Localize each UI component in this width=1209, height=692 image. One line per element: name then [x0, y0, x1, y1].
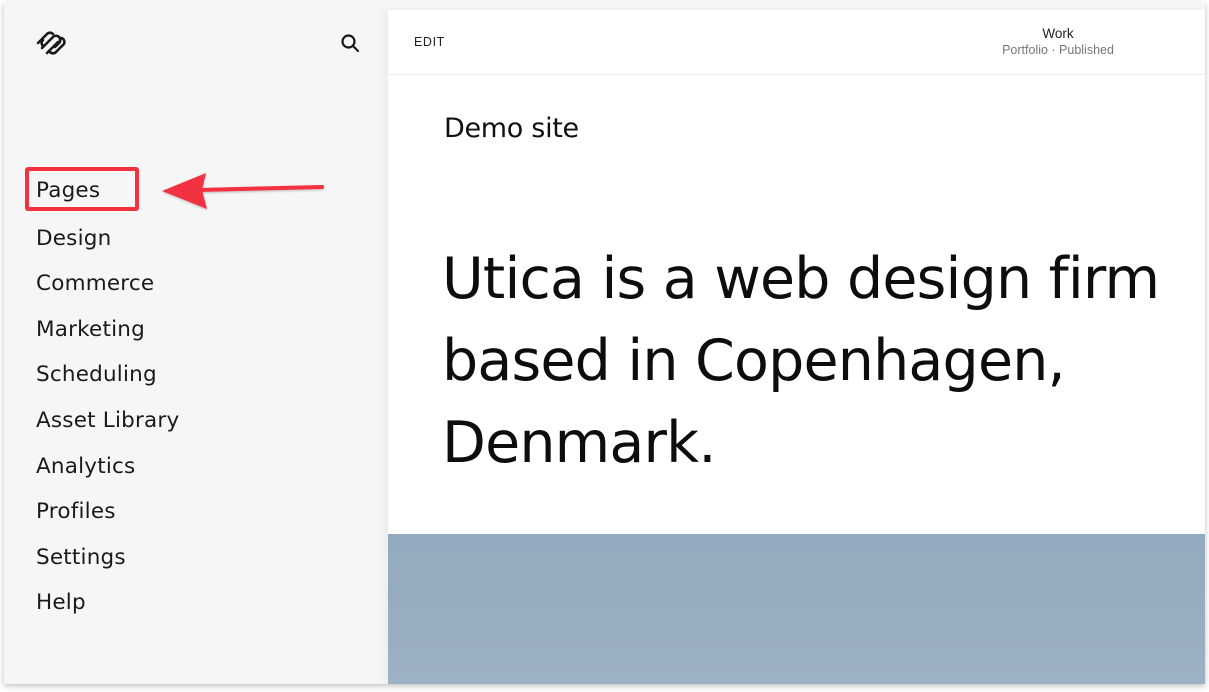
sidebar-item-profiles[interactable]: Profiles [36, 489, 179, 535]
site-name[interactable]: Demo site [444, 113, 579, 144]
edit-button[interactable]: EDIT [414, 35, 445, 49]
sidebar-item-settings[interactable]: Settings [36, 535, 179, 581]
sidebar-nav: Pages Design Commerce Marketing Scheduli… [36, 170, 179, 626]
preview-toolbar: EDIT Work Portfolio · Published [388, 10, 1205, 75]
sidebar: Pages Design Commerce Marketing Scheduli… [4, 2, 388, 684]
squarespace-logo-icon[interactable] [34, 29, 68, 57]
headline-line: Denmark. [442, 410, 717, 476]
sidebar-item-asset-library[interactable]: Asset Library [36, 398, 179, 444]
sidebar-item-commerce[interactable]: Commerce [36, 261, 179, 307]
sidebar-item-marketing[interactable]: Marketing [36, 307, 179, 353]
page-preview: EDIT Work Portfolio · Published Demo sit… [388, 10, 1205, 684]
search-icon[interactable] [340, 33, 360, 53]
sidebar-item-scheduling[interactable]: Scheduling [36, 352, 179, 398]
hero-image[interactable] [388, 534, 1205, 684]
page-status: Portfolio · Published [1002, 43, 1114, 57]
headline[interactable]: Utica is a web design firm based in Cope… [442, 238, 1205, 484]
app-window: Pages Design Commerce Marketing Scheduli… [4, 2, 1205, 684]
page-info: Work Portfolio · Published [978, 26, 1138, 57]
sidebar-item-pages[interactable]: Pages [36, 170, 179, 216]
sidebar-item-analytics[interactable]: Analytics [36, 444, 179, 490]
sidebar-item-help[interactable]: Help [36, 580, 179, 626]
headline-line: based in Copenhagen, [442, 328, 1066, 394]
headline-line: Utica is a web design firm [442, 246, 1160, 312]
sidebar-item-design[interactable]: Design [36, 216, 179, 262]
page-title: Work [1042, 26, 1074, 41]
